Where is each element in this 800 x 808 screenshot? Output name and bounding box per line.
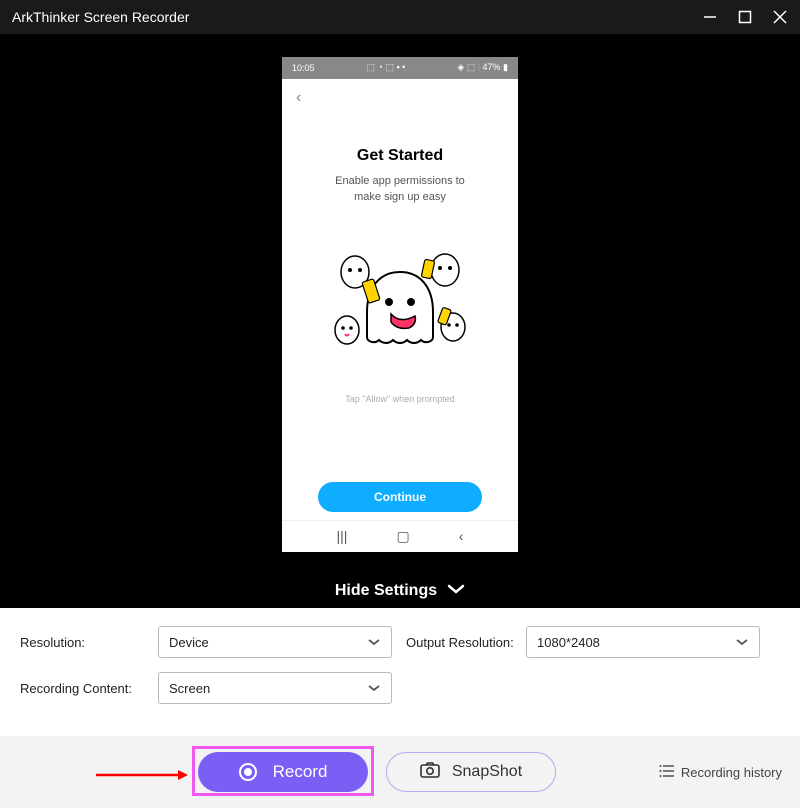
- recording-content-label: Recording Content:: [20, 681, 148, 696]
- maximize-button[interactable]: [738, 10, 752, 24]
- output-resolution-value: 1080*2408: [537, 635, 600, 650]
- resolution-dropdown[interactable]: Device: [158, 626, 392, 658]
- status-time: 10:05: [292, 63, 315, 73]
- record-label: Record: [273, 762, 328, 782]
- record-icon: [239, 763, 257, 781]
- status-battery: ◈ ⬚ ⫶ 47% ▮: [457, 62, 508, 73]
- record-button[interactable]: Record: [198, 752, 368, 792]
- close-button[interactable]: [772, 9, 788, 25]
- chevron-down-icon: [367, 635, 381, 650]
- camera-icon: [420, 762, 440, 783]
- nav-home-icon: ▢: [396, 528, 409, 545]
- ghost-illustration: [325, 242, 475, 372]
- get-started-title: Get Started: [357, 147, 443, 165]
- hide-settings-toggle[interactable]: Hide Settings: [0, 574, 800, 608]
- output-resolution-dropdown[interactable]: 1080*2408: [526, 626, 760, 658]
- resolution-label: Resolution:: [20, 635, 148, 650]
- hide-settings-label: Hide Settings: [335, 582, 437, 600]
- recording-content-value: Screen: [169, 681, 210, 696]
- resolution-value: Device: [169, 635, 209, 650]
- nav-back-icon: ‹: [459, 528, 464, 544]
- app-title: ArkThinker Screen Recorder: [12, 9, 702, 25]
- snapshot-label: SnapShot: [452, 763, 522, 781]
- recording-content-dropdown[interactable]: Screen: [158, 672, 392, 704]
- back-icon: ‹: [296, 89, 301, 107]
- settings-panel: Resolution: Device Output Resolution: 10…: [0, 608, 800, 736]
- chevron-down-icon: [367, 681, 381, 696]
- output-resolution-label: Output Resolution:: [406, 635, 516, 650]
- action-bar: Record SnapShot Recording history: [0, 736, 800, 808]
- phone-statusbar: 10:05 ⬚ ◔ ⬚ ▪ • ◈ ⬚ ⫶ 47% ▮: [282, 57, 518, 79]
- titlebar: ArkThinker Screen Recorder: [0, 0, 800, 34]
- window-controls: [702, 9, 788, 25]
- nav-recent-icon: |||: [337, 528, 348, 544]
- phone-screen-preview: 10:05 ⬚ ◔ ⬚ ▪ • ◈ ⬚ ⫶ 47% ▮ ‹ Get Starte…: [282, 57, 518, 552]
- preview-area: 10:05 ⬚ ◔ ⬚ ▪ • ◈ ⬚ ⫶ 47% ▮ ‹ Get Starte…: [0, 34, 800, 574]
- snapshot-button[interactable]: SnapShot: [386, 752, 556, 792]
- recording-history-link[interactable]: Recording history: [659, 764, 782, 781]
- minimize-button[interactable]: [702, 9, 718, 25]
- continue-button: Continue: [318, 482, 482, 512]
- chevron-down-icon: [447, 582, 465, 600]
- get-started-subtitle: Enable app permissions to make sign up e…: [335, 173, 465, 206]
- arrow-annotation: [96, 768, 188, 782]
- phone-content: ‹ Get Started Enable app permissions to …: [282, 79, 518, 520]
- history-label: Recording history: [681, 765, 782, 780]
- phone-nav-bar: ||| ▢ ‹: [282, 520, 518, 552]
- chevron-down-icon: [735, 635, 749, 650]
- list-icon: [659, 764, 675, 781]
- prompt-text: Tap "Allow" when prompted: [345, 394, 454, 404]
